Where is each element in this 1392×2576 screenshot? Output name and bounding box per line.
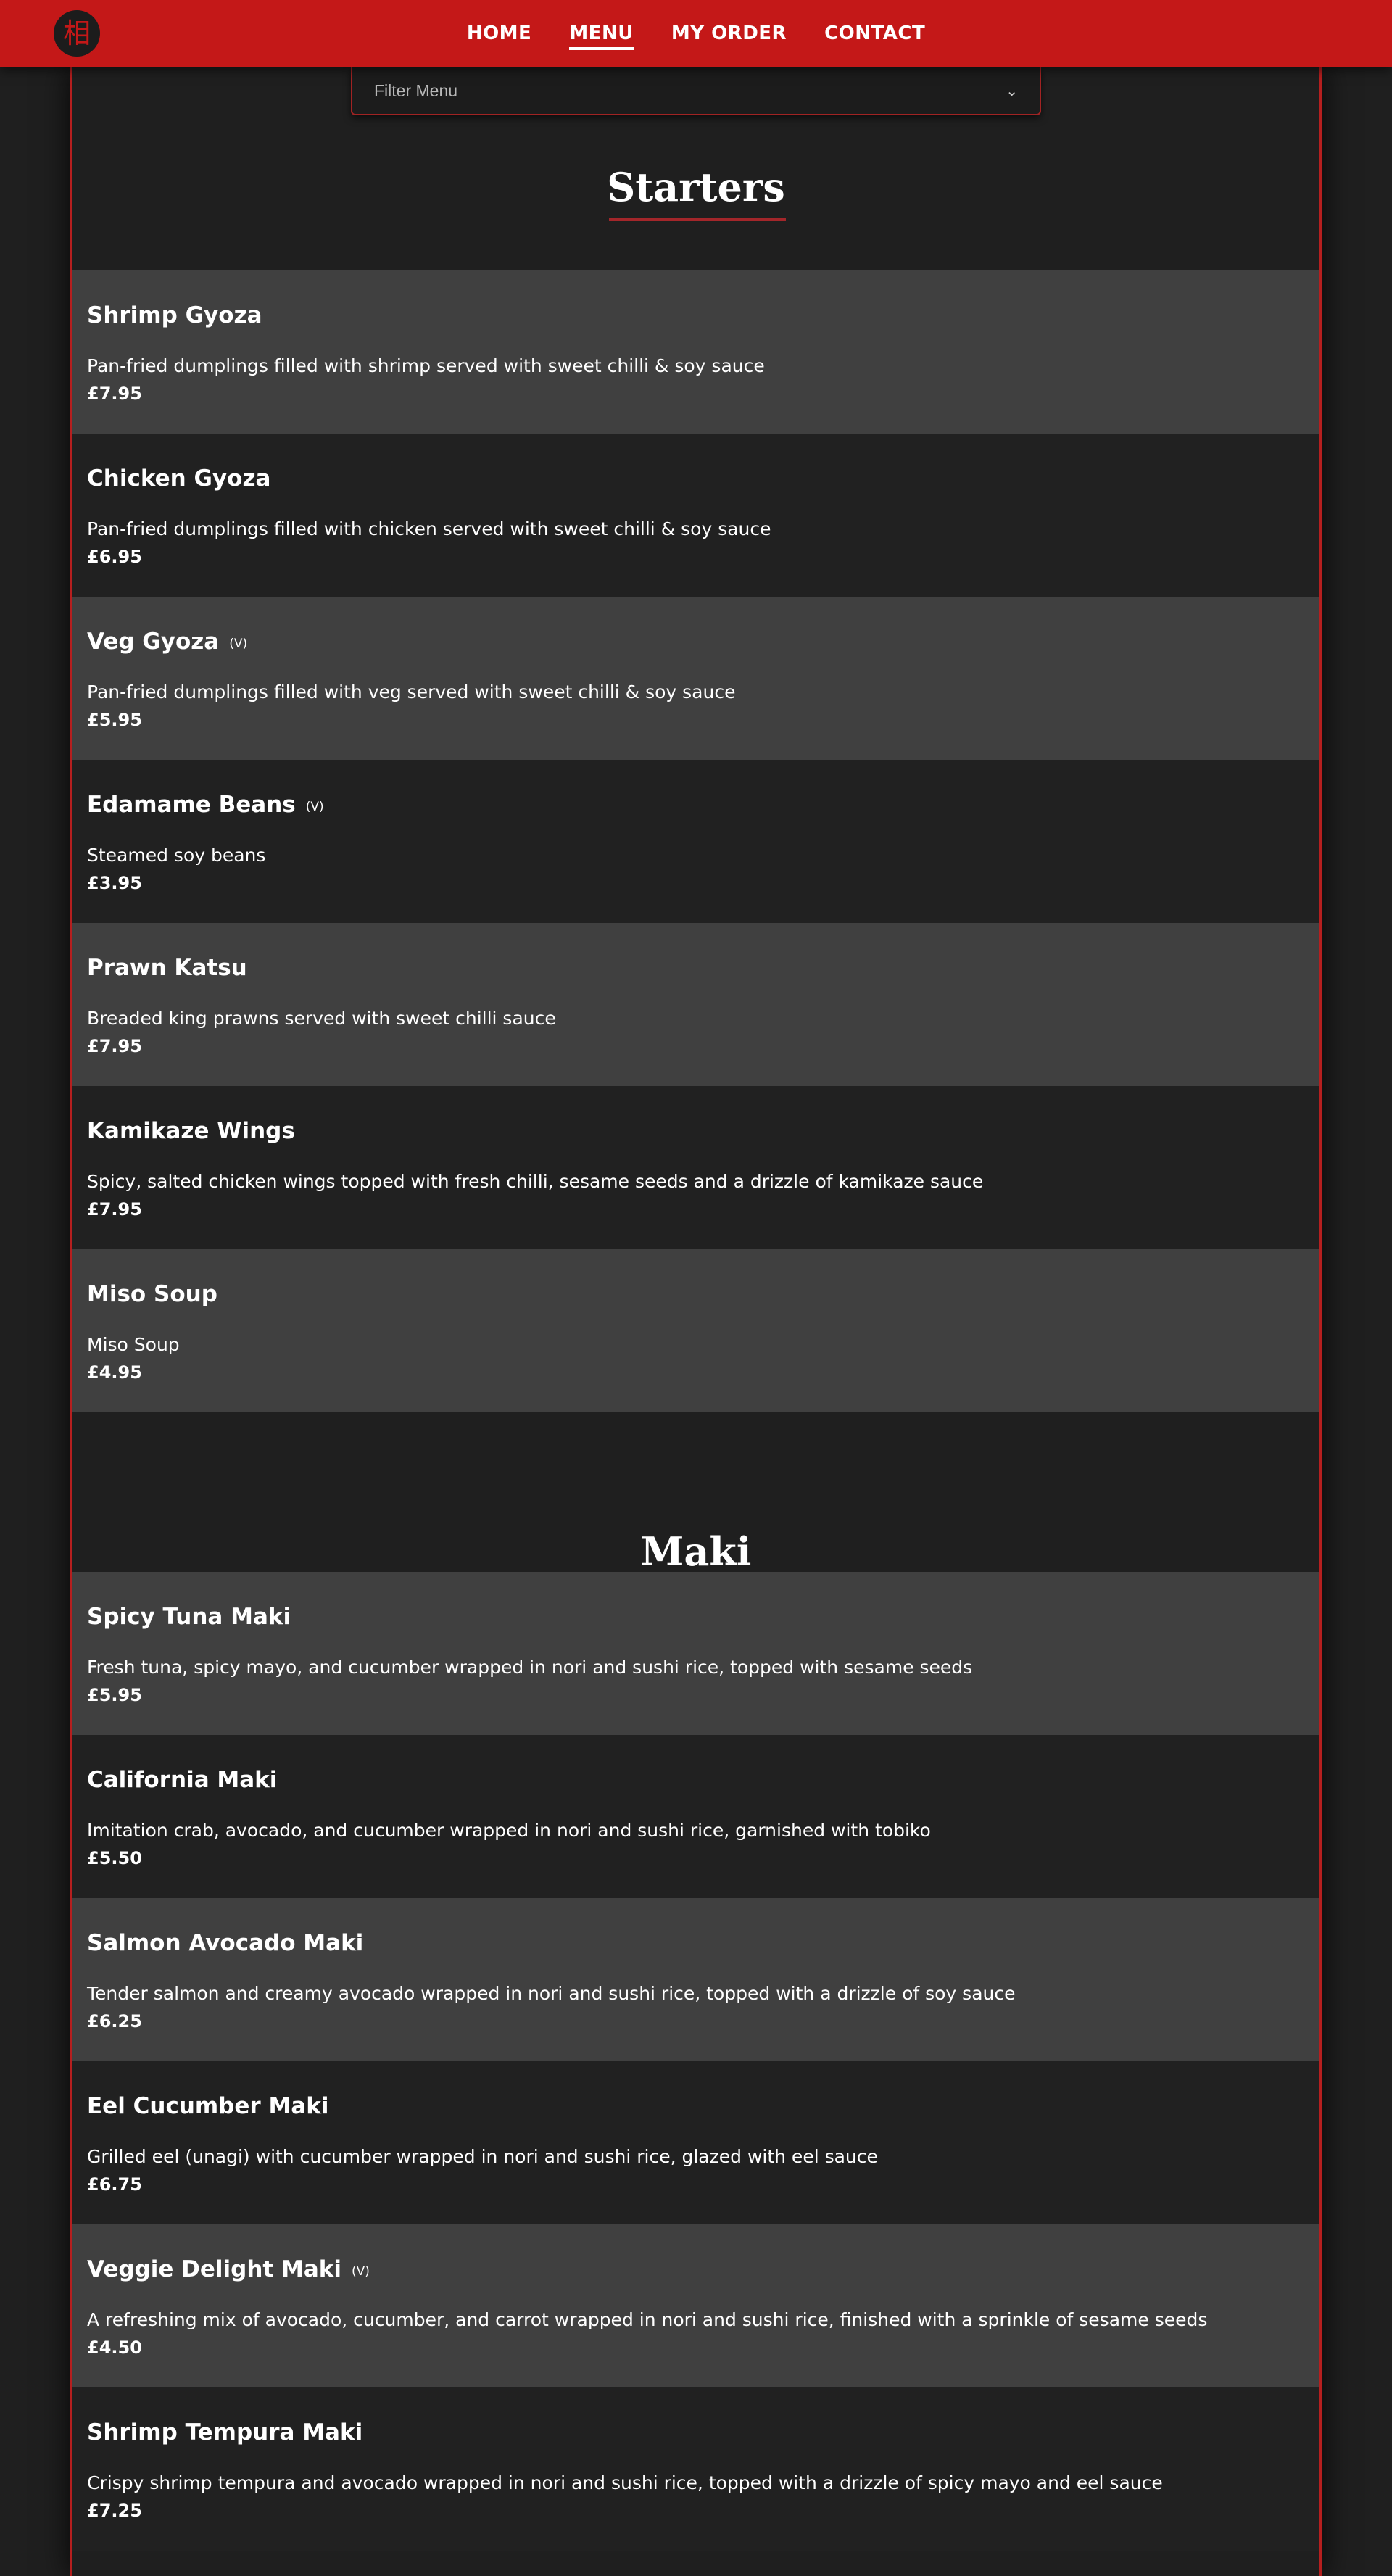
menu-item-name: Chicken Gyoza [87,465,270,492]
menu-item[interactable]: Miso Soup Miso Soup £4.95 [72,1249,1320,1412]
menu-item-name: Veggie Delight Maki (V) [87,2256,370,2282]
menu-item-name-text: Spicy Tuna Maki [87,1604,291,1630]
menu-item-description: Tender salmon and creamy avocado wrapped… [87,1983,1016,2004]
menu-item[interactable]: California Maki Imitation crab, avocado, … [72,1735,1320,1898]
menu-item-name: Shrimp Tempura Maki [87,2419,362,2445]
menu-item-description: Pan-fried dumplings filled with chicken … [87,518,771,539]
menu-item[interactable]: Edamame Beans (V) Steamed soy beans £3.95 [72,760,1320,923]
menu-item-name-text: Chicken Gyoza [87,465,271,492]
menu-container: Filter Menu ⌄ Starters Shrimp Gyoza Pan-fr… [70,67,1322,2576]
menu-item-name-text: Prawn Katsu [87,955,247,981]
menu-item-name-text: Edamame Beans [87,792,296,818]
menu-item-price: £5.50 [87,1848,142,1868]
menu-item-description: Miso Soup [87,1334,180,1355]
menu-item-price: £3.95 [87,873,142,893]
menu-item[interactable]: Salmon Avocado Maki Tender salmon and cre… [72,1898,1320,2061]
menu-item-name-text: Kamikaze Wings [87,1118,295,1144]
menu-item-name-text: Miso Soup [87,1281,218,1307]
menu-item-description: Fresh tuna, spicy mayo, and cucumber wra… [87,1657,973,1678]
menu-item-name-text: Eel Cucumber Maki [87,2093,329,2119]
menu-item-description: A refreshing mix of avocado, cucumber, a… [87,2309,1208,2330]
menu-item-price: £7.95 [87,1036,142,1056]
menu-item-price: £6.95 [87,547,142,567]
menu-item[interactable]: Chicken Gyoza Pan-fried dumplings filled … [72,434,1320,597]
menu-item-name: Shrimp Gyoza [87,302,262,328]
filter-menu-label: Filter Menu [374,80,458,100]
menu-item-description: Pan-fried dumplings filled with shrimp s… [87,355,765,376]
menu-item-name-text: Shrimp Tempura Maki [87,2419,363,2445]
menu-item-name-text: Veg Gyoza [87,629,220,655]
menu-item-name-text: Veggie Delight Maki [87,2256,342,2282]
vegetarian-badge: (V) [305,800,324,814]
menu-item-description: Pan-fried dumplings filled with veg serv… [87,682,736,703]
menu-item[interactable]: Spicy Tuna Maki Fresh tuna, spicy mayo, a… [72,1572,1320,1735]
menu-item-price: £5.95 [87,710,142,730]
menu-item-description: Steamed soy beans [87,845,266,866]
vegetarian-badge: (V) [229,637,248,651]
menu-item-name: Kamikaze Wings [87,1118,295,1144]
menu-item-description: Spicy, salted chicken wings topped with … [87,1171,984,1192]
menu-item-name-text: California Maki [87,1767,278,1793]
menu-item-name: Veg Gyoza (V) [87,629,247,655]
menu-item-name: Spicy Tuna Maki [87,1604,291,1630]
top-navbar: 相 HOME MENU MY ORDER CONTACT [0,0,1392,67]
menu-item-price: £4.50 [87,2337,142,2358]
menu-item-description: Imitation crab, avocado, and cucumber wr… [87,1820,931,1841]
nav-link-my-order[interactable]: MY ORDER [671,22,787,46]
menu-item-description: Crispy shrimp tempura and avocado wrappe… [87,2472,1163,2493]
menu-item-price: £7.95 [87,1199,142,1219]
menu-item-name: Salmon Avocado Maki [87,1930,363,1956]
menu-item-name-text: Shrimp Gyoza [87,302,262,328]
menu-item-price: £7.95 [87,384,142,404]
menu-item-name: Edamame Beans (V) [87,792,324,818]
menu-item-name: Prawn Katsu [87,955,247,981]
chevron-down-icon: ⌄ [1006,82,1018,99]
menu-item-price: £5.95 [87,1685,142,1705]
menu-item[interactable]: Kamikaze Wings Spicy, salted chicken wing… [72,1086,1320,1249]
menu-item-price: £7.25 [87,2501,142,2521]
nav-link-menu[interactable]: MENU [569,22,634,50]
menu-item[interactable]: Shrimp Gyoza Pan-fried dumplings filled w… [72,270,1320,434]
menu-item[interactable]: Eel Cucumber Maki Grilled eel (unagi) wit… [72,2061,1320,2224]
menu-item-price: £6.25 [87,2011,142,2032]
menu-item[interactable]: Veggie Delight Maki (V) A refreshing mix o… [72,2224,1320,2387]
menu-item-price: £6.75 [87,2174,142,2195]
menu-item-description: Breaded king prawns served with sweet ch… [87,1008,556,1029]
section-title-underline [609,218,786,221]
vegetarian-badge: (V) [352,2264,370,2279]
nav-link-contact[interactable]: CONTACT [824,22,925,46]
filter-menu-select[interactable]: Filter Menu ⌄ [351,67,1041,115]
menu-item-name: California Maki [87,1767,277,1793]
menu-item-name: Miso Soup [87,1281,218,1307]
section-title: Maki [640,1528,752,1575]
menu-item[interactable]: Veg Gyoza (V) Pan-fried dumplings filled w… [72,597,1320,760]
nav-link-home[interactable]: HOME [467,22,532,46]
section-title: Starters [607,164,785,210]
menu-item-price: £4.95 [87,1362,142,1383]
menu-item-description: Grilled eel (unagi) with cucumber wrappe… [87,2146,878,2167]
menu-item-name: Eel Cucumber Maki [87,2093,329,2119]
menu-item[interactable]: Shrimp Tempura Maki Crispy shrimp tempura… [72,2387,1320,2551]
nav-links: HOME MENU MY ORDER CONTACT [0,0,1392,67]
menu-item[interactable]: Prawn Katsu Breaded king prawns served wi… [72,923,1320,1086]
menu-item-name-text: Salmon Avocado Maki [87,1930,364,1956]
